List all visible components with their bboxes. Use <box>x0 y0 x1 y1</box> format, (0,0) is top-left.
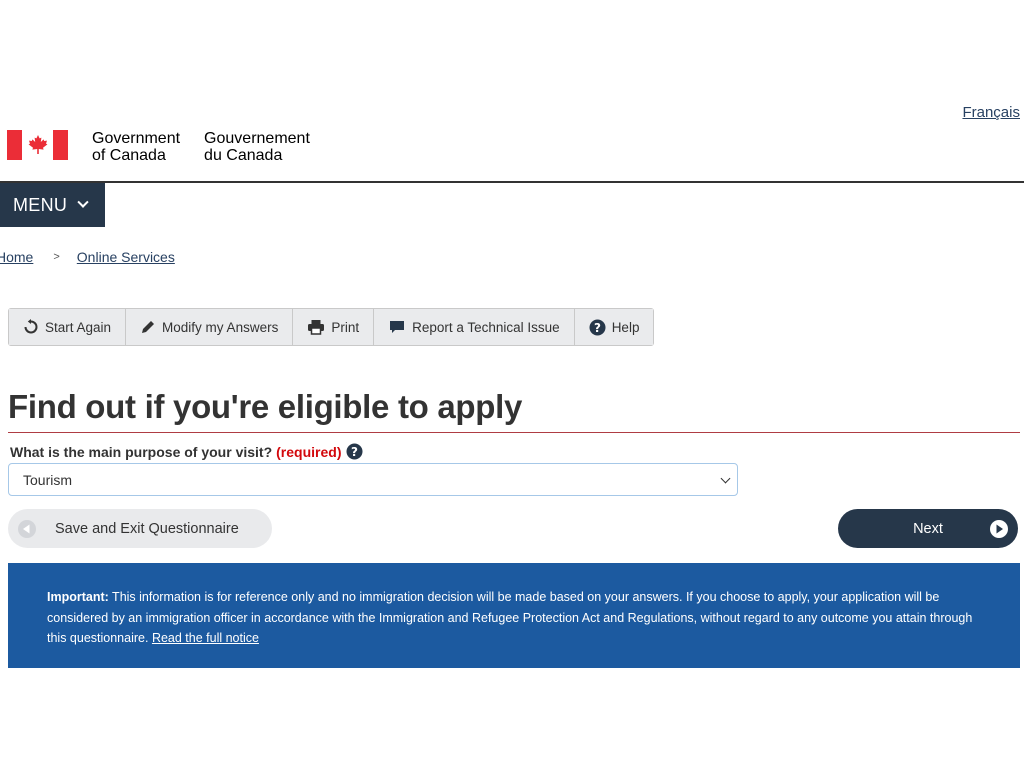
breadcrumb-separator: > <box>53 251 60 263</box>
modify-answers-button[interactable]: Modify my Answers <box>126 309 294 345</box>
chevron-down-icon <box>77 196 89 208</box>
question-help-icon[interactable]: ? <box>346 443 363 460</box>
canada-flag-icon <box>7 130 68 160</box>
purpose-select[interactable]: Tourism <box>8 463 738 496</box>
modify-answers-label: Modify my Answers <box>162 319 279 335</box>
important-notice: Important: This information is for refer… <box>8 563 1020 668</box>
printer-icon <box>308 320 325 335</box>
purpose-question-label: What is the main purpose of your visit? … <box>10 443 363 460</box>
page-title: Find out if you're eligible to apply <box>8 388 523 425</box>
comment-icon <box>390 321 405 333</box>
question-circle-icon: ? <box>589 319 606 335</box>
pencil-icon <box>142 321 155 333</box>
breadcrumb-home-link[interactable]: Home <box>0 249 33 265</box>
report-issue-button[interactable]: Report a Technical Issue <box>374 309 575 345</box>
purpose-selected-value: Tourism <box>23 471 73 488</box>
signature-french: Gouvernement du Canada <box>204 130 310 164</box>
print-button[interactable]: Print <box>293 309 375 345</box>
menu-label: MENU <box>13 194 68 215</box>
question-text: What is the main purpose of your visit? <box>10 443 273 460</box>
save-and-exit-label: Save and Exit Questionnaire <box>55 520 239 537</box>
save-and-exit-button[interactable]: Save and Exit Questionnaire <box>8 509 272 548</box>
help-label: Help <box>611 319 640 335</box>
print-label: Print <box>331 319 360 335</box>
help-button[interactable]: ? Help <box>574 309 654 345</box>
refresh-icon <box>24 319 38 334</box>
government-signature[interactable]: Government of Canada Gouvernement du Can… <box>7 130 334 164</box>
notice-important-label: Important: <box>47 590 109 604</box>
title-underline <box>8 432 1020 433</box>
breadcrumb: Home > Online Services <box>0 249 175 265</box>
arrow-right-circle-icon <box>989 519 1009 539</box>
read-full-notice-link[interactable]: Read the full notice <box>152 631 259 645</box>
breadcrumb-online-services-link[interactable]: Online Services <box>77 249 175 265</box>
start-again-button[interactable]: Start Again <box>9 309 127 345</box>
menu-button[interactable]: MENU <box>0 183 105 227</box>
language-toggle-link[interactable]: Français <box>962 104 1020 121</box>
report-issue-label: Report a Technical Issue <box>412 319 560 335</box>
next-label: Next <box>913 520 943 537</box>
required-indicator: (required) <box>276 443 342 460</box>
chevron-down-icon <box>720 473 731 484</box>
next-button[interactable]: Next <box>838 509 1018 548</box>
svg-text:?: ? <box>594 321 601 335</box>
questionnaire-toolbar: Start Again Modify my Answers Print Repo… <box>8 308 655 346</box>
header-divider <box>0 181 1024 183</box>
arrow-left-circle-icon <box>17 519 37 539</box>
start-again-label: Start Again <box>45 319 112 335</box>
svg-text:?: ? <box>352 445 359 459</box>
signature-english: Government of Canada <box>92 130 181 164</box>
